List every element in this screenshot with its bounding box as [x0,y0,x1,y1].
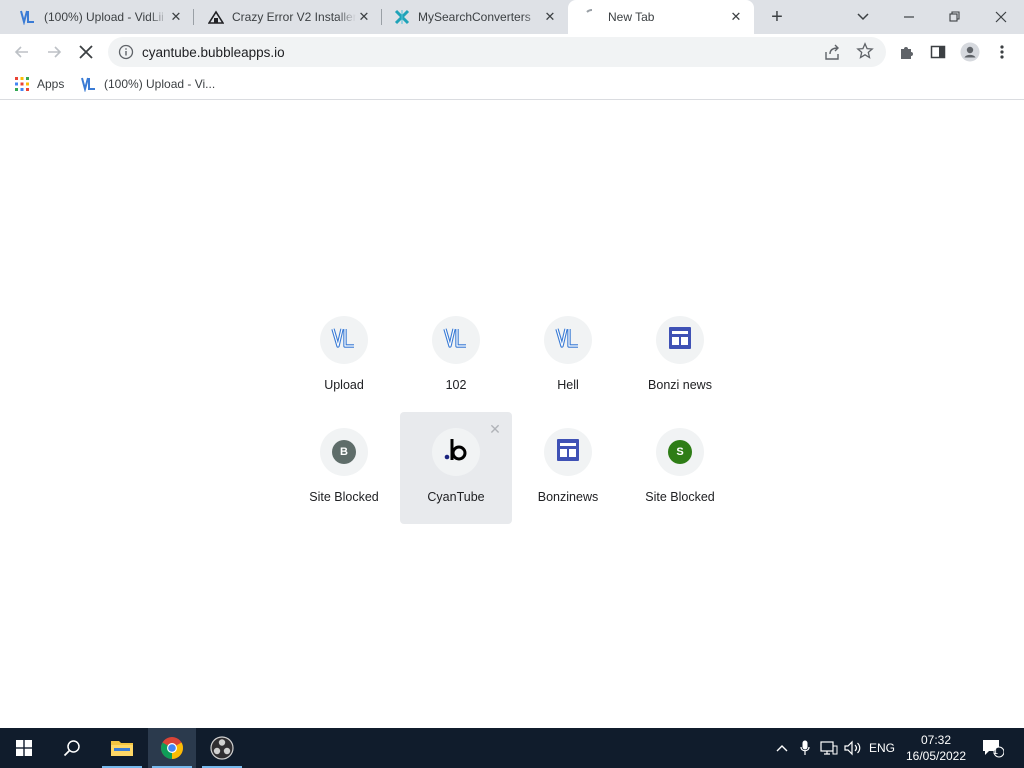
new-tab-page: Upload 102 Hell Bonzi news B Site Blocke… [0,101,1024,728]
shortcut-label: Bonzinews [537,490,599,504]
share-icon[interactable] [824,43,842,66]
system-clock[interactable]: 07:32 16/05/2022 [900,732,972,764]
bubble-b-icon [443,437,469,468]
close-tab-icon[interactable]: ✕ [356,9,372,25]
tab-title: Crazy Error V2 Installer [232,10,356,24]
shortcut-label: Site Blocked [309,490,379,504]
bookmark-apps[interactable]: Apps [14,76,64,92]
shortcut-label: CyanTube [427,490,485,504]
loading-icon [584,9,600,25]
bookmark-label: Apps [37,77,65,91]
tab-title: (100%) Upload - VidLii [44,10,164,24]
letter-icon: S [668,440,692,464]
stop-loading-icon[interactable] [72,38,100,66]
obs-icon[interactable] [198,728,246,768]
new-tab-button[interactable]: + [766,6,788,28]
close-tab-icon[interactable]: ✕ [542,9,558,25]
shortcut-tile[interactable]: Upload [288,300,400,412]
tab-vidlii-upload[interactable]: (100%) Upload - VidLii ✕ [0,0,194,34]
shortcut-tile[interactable]: Bonzi news [624,300,736,412]
close-window-icon[interactable] [978,0,1024,34]
shortcut-tile[interactable]: Hell [512,300,624,412]
letter-icon: B [332,440,356,464]
shortcut-tile[interactable]: B Site Blocked [288,412,400,524]
volume-icon[interactable] [842,728,864,768]
bookmark-star-icon[interactable] [856,42,874,65]
browser-toolbar: cyantube.bubbleapps.io [0,34,1024,70]
bookmarks-bar: Apps (100%) Upload - Vi... [0,70,1024,100]
url-text[interactable]: cyantube.bubbleapps.io [142,45,285,60]
network-icon[interactable] [818,728,840,768]
news-layout-icon [669,326,691,354]
clock-time: 07:32 [920,733,952,747]
shortcut-icon-circle: S [656,428,704,476]
microphone-icon[interactable] [796,728,814,768]
shortcut-label: Site Blocked [645,490,715,504]
restore-icon[interactable] [932,0,978,34]
close-tab-icon[interactable]: ✕ [168,9,184,25]
minimize-icon[interactable] [886,0,932,34]
bookmark-vidlii-upload[interactable]: (100%) Upload - Vi... [81,76,215,92]
tab-new-tab[interactable]: New Tab ✕ [568,0,754,34]
close-tab-icon[interactable]: ✕ [728,9,744,25]
menu-kebab-icon[interactable] [988,38,1016,66]
clock-date: 16/05/2022 [905,749,967,763]
shortcut-icon-circle [320,316,368,364]
file-explorer-icon[interactable] [98,728,146,768]
tab-strip: (100%) Upload - VidLii ✕ Crazy Error V2 … [0,0,1024,34]
windows-taskbar: ENG 07:32 16/05/2022 1 [0,728,1024,768]
profile-avatar-icon[interactable] [956,38,984,66]
shortcut-icon-circle [656,316,704,364]
action-center-icon[interactable]: 1 [978,728,1008,768]
language-indicator[interactable]: ENG [866,728,898,768]
shortcut-label: 102 [445,378,467,392]
vidlii-icon [555,327,581,354]
apps-grid-icon [14,76,30,92]
chrome-icon[interactable] [148,728,196,768]
news-layout-icon [557,438,579,466]
address-bar[interactable]: cyantube.bubbleapps.io [108,37,886,67]
back-arrow-icon[interactable] [8,38,36,66]
shortcut-icon-circle [432,428,480,476]
shortcut-tile-hovered[interactable]: ✕ CyanTube [400,412,512,524]
forward-arrow-icon[interactable] [40,38,68,66]
side-panel-icon[interactable] [924,38,952,66]
bookmark-label: (100%) Upload - Vi... [104,77,216,91]
installer-icon [208,9,224,25]
shortcut-label: Upload [324,378,364,392]
windows-start-icon[interactable] [0,728,48,768]
notification-count: 1 [993,746,999,756]
site-info-icon[interactable] [118,44,134,60]
vidlii-icon [331,327,357,354]
shortcut-tile[interactable]: 102 [400,300,512,412]
shortcut-label: Bonzi news [648,378,712,392]
tab-title: MySearchConverters [418,10,531,24]
tab-search-chevron-icon[interactable] [840,0,886,34]
shortcut-icon-circle: B [320,428,368,476]
tab-crazy-error[interactable]: Crazy Error V2 Installer ✕ [194,0,382,34]
shortcut-icon-circle [544,316,592,364]
vidlii-icon [81,76,97,92]
extensions-puzzle-icon[interactable] [892,38,920,66]
shortcut-label: Hell [557,378,579,392]
show-hidden-icons-chevron-icon[interactable] [772,728,792,768]
vidlii-icon [443,327,469,354]
tab-mysearch[interactable]: MySearchConverters ✕ [382,0,568,34]
shortcut-tile[interactable]: Bonzinews [512,412,624,524]
mysearch-icon [394,9,410,25]
vidlii-icon [20,9,36,25]
shortcut-icon-circle [432,316,480,364]
shortcut-icon-circle [544,428,592,476]
remove-shortcut-icon[interactable]: ✕ [488,421,502,437]
tab-title: New Tab [608,10,655,24]
search-icon[interactable] [48,728,96,768]
shortcut-tile[interactable]: S Site Blocked [624,412,736,524]
